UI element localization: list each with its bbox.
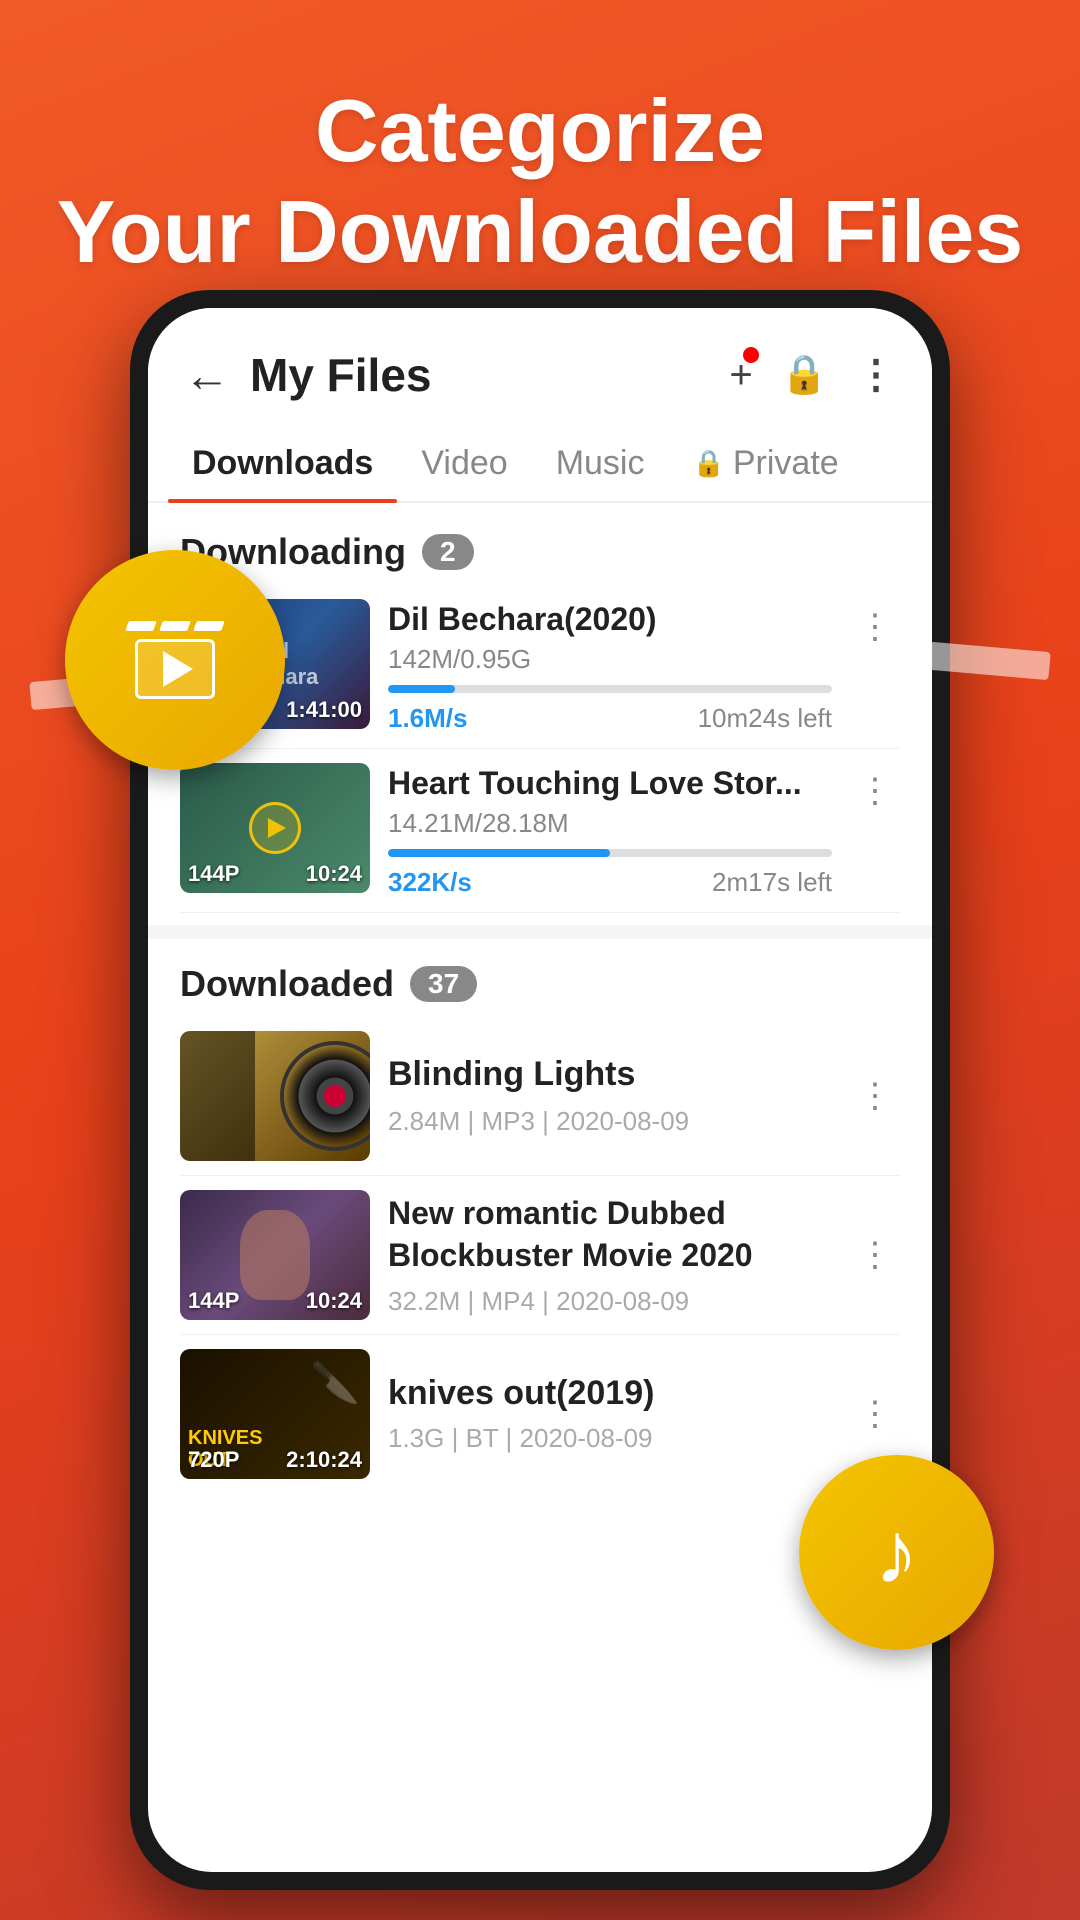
downloaded-count: 37 — [410, 966, 477, 1002]
dil-info: Dil Bechara(2020) 142M/0.95G 1.6M/s 10m2… — [388, 599, 832, 734]
downloading-count: 2 — [422, 534, 474, 570]
downloaded-header: Downloaded 37 — [180, 963, 900, 1005]
hero-line1: Categorize — [315, 81, 765, 180]
dil-time-left: 10m24s left — [698, 703, 832, 734]
section-divider — [148, 925, 932, 939]
more-button[interactable]: ⋮ — [856, 352, 896, 398]
phone-frame: ♪ ← My Files + 🔒 ⋮ Downloads Video — [130, 290, 950, 1890]
blinding-title: Blinding Lights — [388, 1055, 832, 1094]
dil-size: 142M/0.95G — [388, 644, 832, 675]
heart-progress-bar — [388, 849, 832, 857]
downloaded-title: Downloaded — [180, 963, 394, 1005]
downloaded-item-3: KNIVES OUT 🔪 720P 2:10:24 knives out(201… — [180, 1335, 900, 1493]
app-header: ← My Files + 🔒 ⋮ — [148, 308, 932, 426]
downloading-item-2: 144P 10:24 Heart Touching Love Stor... 1… — [180, 749, 900, 913]
downloaded-item-2: 144P 10:24 New romantic Dubbed Blockbust… — [180, 1176, 900, 1335]
heart-title: Heart Touching Love Stor... — [388, 765, 832, 802]
knives-quality: 720P — [188, 1447, 239, 1473]
music-thumb-1[interactable] — [180, 1031, 370, 1161]
phone-screen: ← My Files + 🔒 ⋮ Downloads Video Music — [148, 308, 932, 1872]
heart-info: Heart Touching Love Stor... 14.21M/28.18… — [388, 763, 832, 898]
downloaded-item-1: Blinding Lights 2.84M | MP3 | 2020-08-09… — [180, 1017, 900, 1176]
blinding-meta: 2.84M | MP3 | 2020-08-09 — [388, 1106, 832, 1137]
romance-quality: 144P — [188, 1288, 239, 1314]
tab-bar: Downloads Video Music 🔒 Private — [148, 426, 932, 503]
dil-speed: 1.6M/s — [388, 703, 468, 734]
dil-progress-bar — [388, 685, 832, 693]
header-actions: + 🔒 ⋮ — [729, 352, 896, 398]
floating-music-note: ♪ — [799, 1455, 994, 1650]
heart-quality: 144P — [188, 861, 239, 887]
tab-downloads[interactable]: Downloads — [168, 426, 397, 501]
downloaded-section: Downloaded 37 Blinding Lights 2.84M | MP… — [148, 939, 932, 1493]
knives-duration: 2:10:24 — [286, 1447, 362, 1473]
dil-menu[interactable]: ⋮ — [850, 599, 900, 655]
dil-title: Dil Bechara(2020) — [388, 601, 832, 638]
romance-meta: 32.2M | MP4 | 2020-08-09 — [388, 1286, 832, 1317]
hero-line2: Your Downloaded Files — [57, 182, 1023, 281]
blinding-info: Blinding Lights 2.84M | MP3 | 2020-08-09 — [388, 1055, 832, 1137]
header-title: My Files — [250, 348, 729, 402]
heart-thumb[interactable]: 144P 10:24 — [180, 763, 370, 893]
romance-duration: 10:24 — [306, 1288, 362, 1314]
knives-info: knives out(2019) 1.3G | BT | 2020-08-09 — [388, 1374, 832, 1454]
downloading-header: Downloading 2 — [180, 531, 900, 573]
music-note-icon: ♪ — [875, 1502, 919, 1604]
tab-music[interactable]: Music — [532, 426, 669, 501]
hero-section: Categorize Your Downloaded Files — [0, 0, 1080, 312]
romance-title: New romantic Dubbed Blockbuster Movie 20… — [388, 1193, 832, 1276]
romance-menu[interactable]: ⋮ — [850, 1227, 900, 1283]
downloading-item-1: DilBechara 1:41:00 Dil Bechara(2020) 142… — [180, 585, 900, 749]
heart-size: 14.21M/28.18M — [388, 808, 832, 839]
back-button[interactable]: ← — [184, 348, 230, 402]
floating-clapperboard — [65, 550, 285, 770]
romance-thumb[interactable]: 144P 10:24 — [180, 1190, 370, 1320]
heart-speed: 322K/s — [388, 867, 472, 898]
knives-thumb[interactable]: KNIVES OUT 🔪 720P 2:10:24 — [180, 1349, 370, 1479]
lock-button[interactable]: 🔒 — [781, 353, 828, 397]
tab-video[interactable]: Video — [397, 426, 531, 501]
knives-meta: 1.3G | BT | 2020-08-09 — [388, 1423, 832, 1454]
heart-duration: 10:24 — [306, 861, 362, 887]
blinding-menu[interactable]: ⋮ — [850, 1068, 900, 1124]
add-button[interactable]: + — [729, 353, 752, 398]
knives-title: knives out(2019) — [388, 1374, 832, 1413]
heart-menu[interactable]: ⋮ — [850, 763, 900, 819]
clapperboard-icon — [127, 621, 223, 699]
heart-time-left: 2m17s left — [712, 867, 832, 898]
tab-private[interactable]: 🔒 Private — [669, 426, 863, 501]
dil-duration: 1:41:00 — [286, 697, 362, 723]
knives-menu[interactable]: ⋮ — [850, 1386, 900, 1442]
hero-title: Categorize Your Downloaded Files — [0, 80, 1080, 282]
romance-info: New romantic Dubbed Blockbuster Movie 20… — [388, 1193, 832, 1317]
